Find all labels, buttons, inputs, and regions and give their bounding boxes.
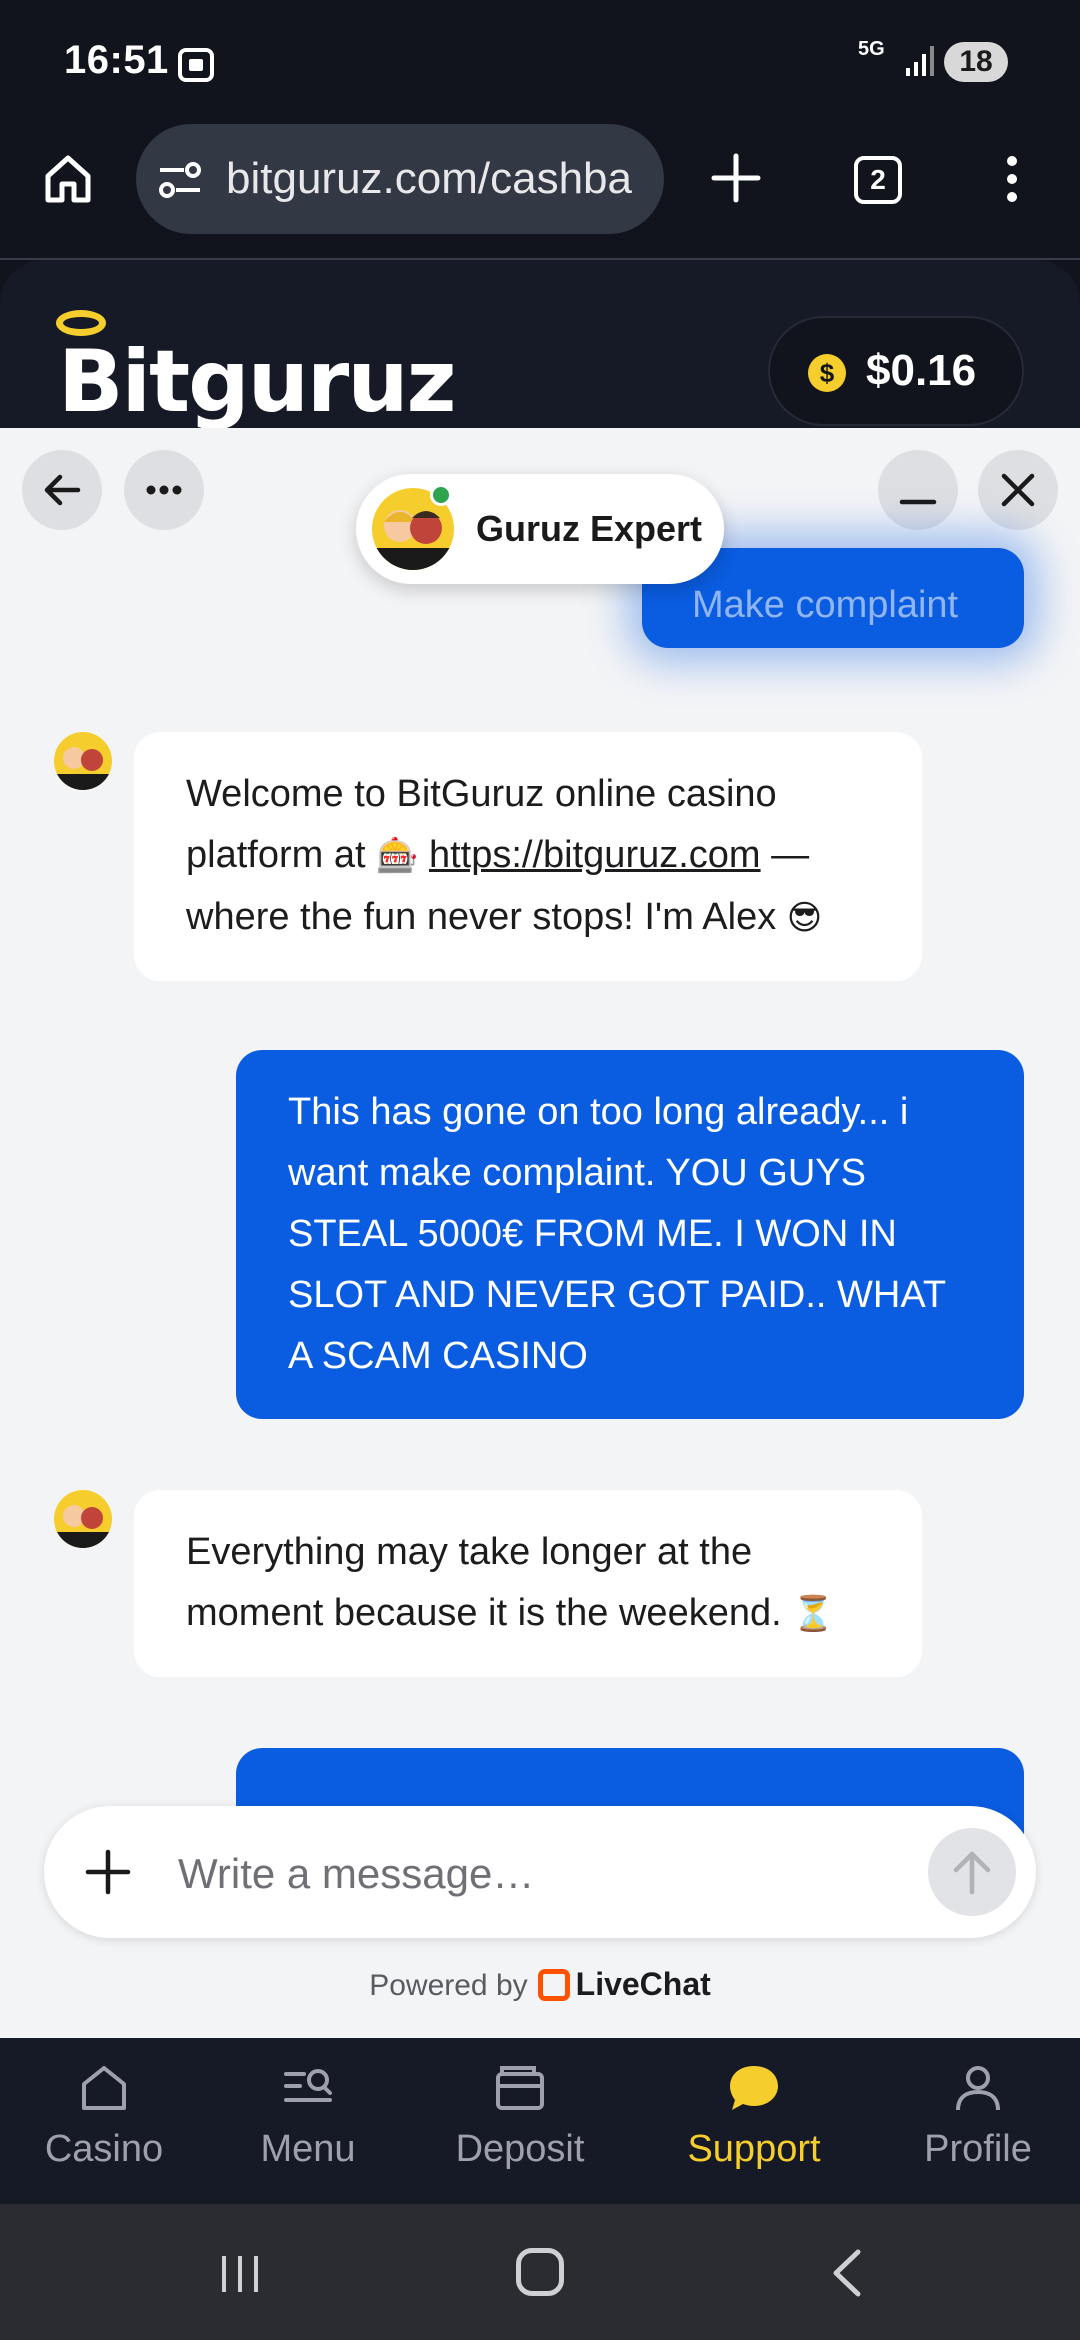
nav-label: Support bbox=[687, 2128, 821, 2170]
powered-by[interactable]: Powered by LiveChat bbox=[0, 1966, 1080, 2003]
send-button[interactable] bbox=[928, 1828, 1016, 1916]
minimize-icon bbox=[899, 499, 937, 505]
site-settings-icon[interactable] bbox=[158, 160, 202, 200]
close-button[interactable] bbox=[978, 450, 1058, 530]
ellipsis-icon bbox=[146, 485, 182, 495]
user-message: This has gone on too long already... i w… bbox=[236, 1050, 1024, 1419]
arrow-up-icon bbox=[953, 1851, 991, 1895]
mascot-icon bbox=[54, 1505, 112, 1548]
agent-message: Everything may take longer at the moment… bbox=[134, 1490, 922, 1677]
logo-text: Bitguruz bbox=[58, 332, 457, 432]
battery-indicator: 18 bbox=[944, 42, 1008, 82]
browser-home-icon[interactable] bbox=[40, 150, 96, 206]
coin-icon: $ bbox=[808, 354, 846, 392]
status-time: 16:51 bbox=[64, 38, 169, 82]
nav-item-deposit[interactable]: Deposit bbox=[430, 2038, 610, 2204]
arrow-left-icon bbox=[44, 474, 81, 506]
hourglass-emoji: ⏳ bbox=[792, 1594, 835, 1634]
nav-label: Profile bbox=[924, 2128, 1032, 2170]
url-text: bitguruz.com/cashba bbox=[226, 154, 632, 203]
agent-message: Welcome to BitGuruz online casino platfo… bbox=[134, 732, 922, 981]
minimize-button[interactable] bbox=[878, 450, 958, 530]
balance-badge[interactable]: $ $0.16 bbox=[768, 316, 1024, 426]
nav-item-menu[interactable]: Menu bbox=[218, 2038, 398, 2204]
chat-widget: Guruz Expert Make complaint Welcome to B… bbox=[0, 428, 1080, 2038]
browser-menu-icon[interactable] bbox=[1000, 156, 1024, 206]
more-options-button[interactable] bbox=[124, 450, 204, 530]
nav-item-support[interactable]: Support bbox=[664, 2038, 844, 2204]
nav-label: Casino bbox=[44, 2128, 164, 2170]
powered-by-brand: LiveChat bbox=[575, 1966, 711, 2002]
agent-avatar-small bbox=[54, 732, 112, 790]
network-type: 5G bbox=[858, 38, 885, 60]
bitguruz-logo[interactable]: Bitguruz bbox=[56, 310, 457, 432]
livechat-logo-icon bbox=[537, 1969, 570, 2001]
close-icon bbox=[1001, 473, 1035, 507]
screenshot-icon bbox=[178, 48, 214, 82]
attach-plus-icon[interactable] bbox=[82, 1846, 134, 1898]
powered-by-label: Powered by bbox=[369, 1969, 528, 2002]
wallet-icon bbox=[496, 2066, 544, 2110]
agent-header[interactable]: Guruz Expert bbox=[356, 474, 724, 584]
nav-item-casino[interactable]: Casino bbox=[14, 2038, 194, 2204]
message-text: This has gone on too long already... i w… bbox=[288, 1091, 946, 1377]
message-input[interactable] bbox=[178, 1844, 798, 1904]
new-tab-icon[interactable] bbox=[708, 150, 764, 206]
site-header: Bitguruz $ $0.16 bbox=[0, 260, 1080, 432]
status-bar: 16:51 5G 18 bbox=[0, 0, 1080, 120]
message-text: Make complaint bbox=[692, 584, 959, 626]
slot-machine-emoji: 🎰 bbox=[376, 836, 419, 876]
message-text: Everything may take longer at the moment… bbox=[186, 1531, 793, 1634]
system-back-icon[interactable] bbox=[826, 2248, 866, 2298]
system-navigation-bar bbox=[0, 2204, 1080, 2340]
signal-icon bbox=[906, 46, 934, 76]
nav-label: Menu bbox=[260, 2128, 356, 2170]
message-link[interactable]: https://bitguruz.com bbox=[429, 834, 761, 876]
back-button[interactable] bbox=[22, 450, 102, 530]
home-icon bbox=[82, 2066, 126, 2110]
bottom-navigation: Casino Menu Deposit Support Profile bbox=[0, 2038, 1080, 2204]
nav-label: Deposit bbox=[455, 2128, 585, 2170]
recent-apps-icon[interactable] bbox=[218, 2254, 262, 2294]
nav-item-profile[interactable]: Profile bbox=[888, 2038, 1068, 2204]
online-status-dot bbox=[430, 484, 452, 506]
user-icon bbox=[956, 2066, 1000, 2111]
agent-avatar-small bbox=[54, 1490, 112, 1548]
menu-search-icon bbox=[284, 2069, 332, 2102]
tab-switcher-button[interactable]: 2 bbox=[854, 156, 902, 204]
address-bar[interactable]: bitguruz.com/cashba bbox=[136, 124, 664, 234]
balance-amount: $0.16 bbox=[866, 346, 977, 395]
sunglasses-emoji: 😎 bbox=[786, 898, 823, 938]
browser-toolbar: bitguruz.com/cashba 2 bbox=[0, 120, 1080, 260]
message-composer bbox=[44, 1806, 1036, 1938]
mascot-icon bbox=[54, 747, 112, 790]
system-home-icon[interactable] bbox=[516, 2248, 564, 2296]
agent-name: Guruz Expert bbox=[476, 508, 703, 549]
chat-bubble-icon bbox=[730, 2066, 778, 2110]
